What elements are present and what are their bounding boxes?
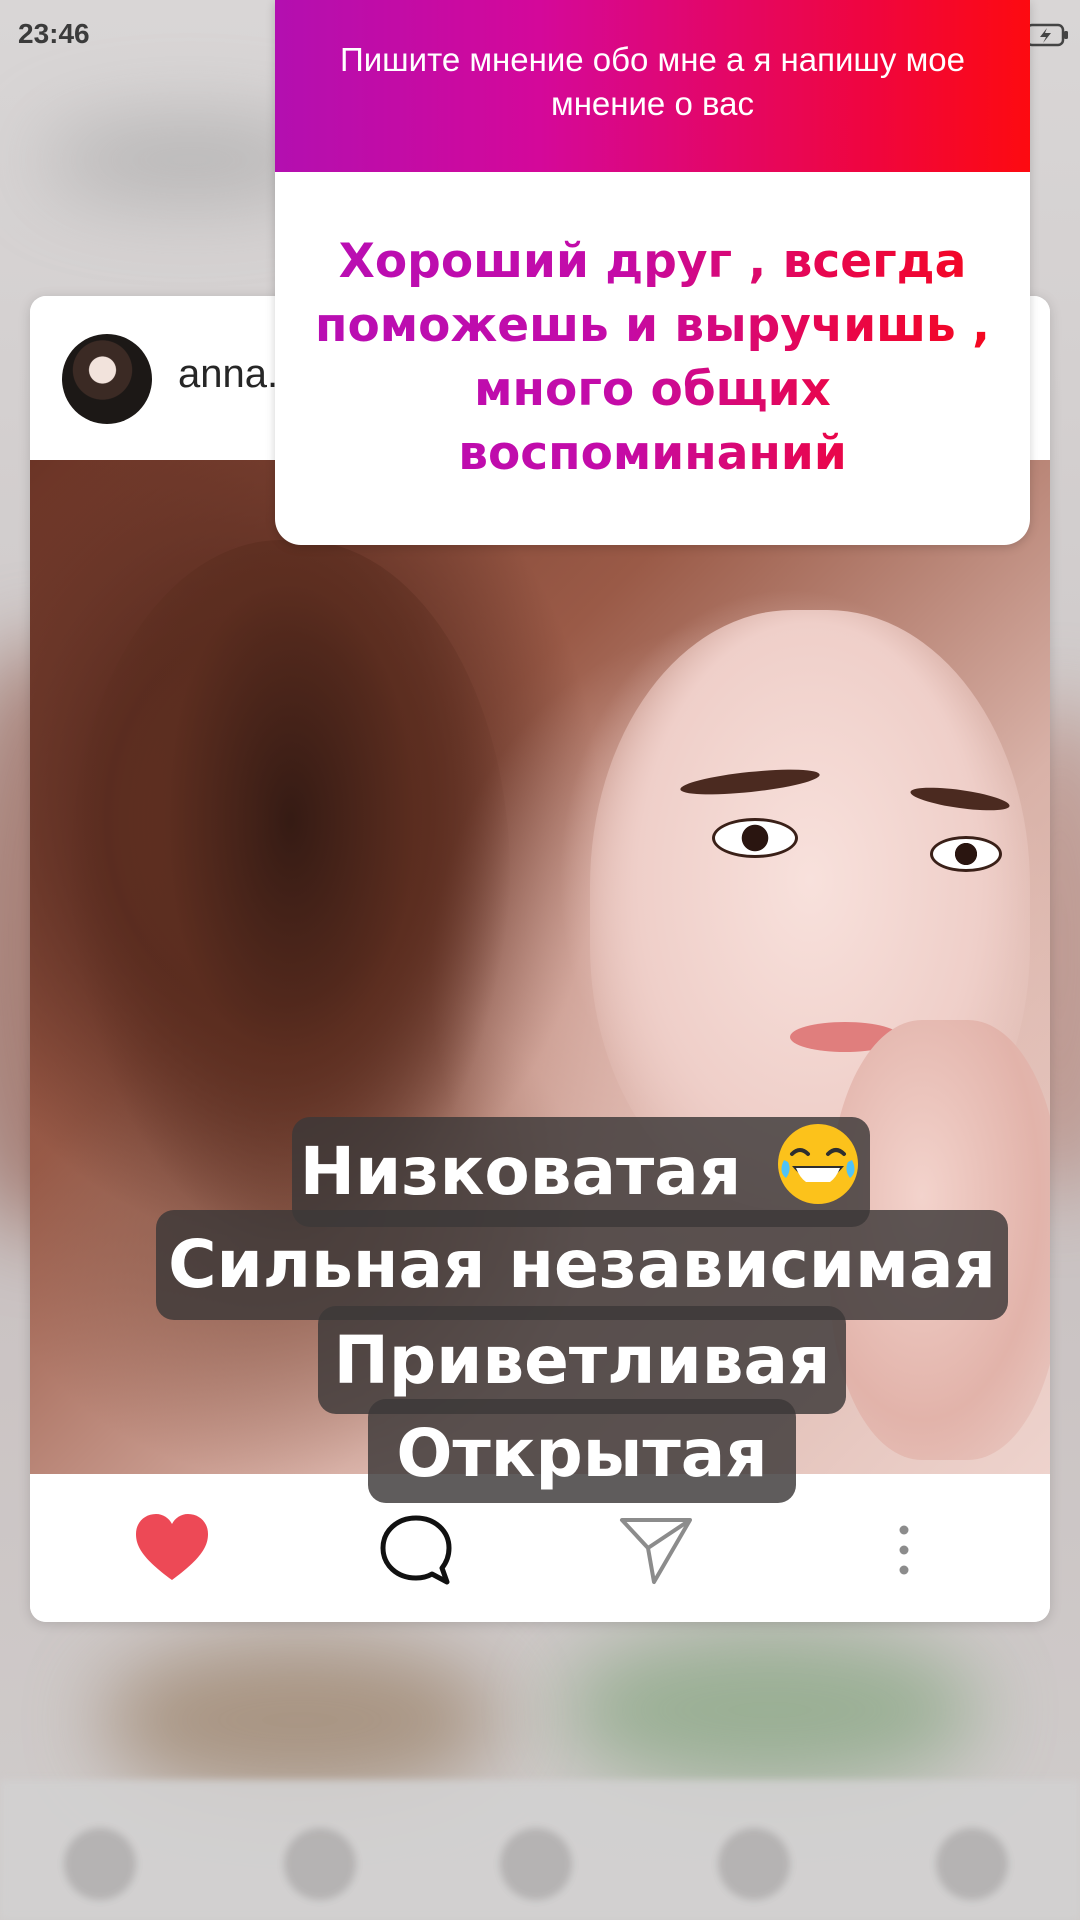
caption-text-1: Низковатая — [299, 1133, 742, 1210]
status-time: 23:46 — [18, 18, 90, 49]
story-screen: 23:46 anna. Пишите мнение обо мне а я на… — [0, 0, 1080, 1920]
question-header: Пишите мнение обо мне а я напишу мое мне… — [275, 0, 1030, 172]
blurred-background — [100, 1640, 500, 1800]
nav-activity-icon — [718, 1828, 790, 1900]
caption-line-2[interactable]: Сильная независимая — [156, 1210, 1008, 1320]
photo-eye — [712, 818, 798, 858]
nav-add-icon — [500, 1828, 572, 1900]
nav-profile-icon — [936, 1828, 1008, 1900]
answer-text: Хороший друг , всегда поможешь и выручиш… — [305, 230, 1000, 486]
nav-home-icon — [64, 1828, 136, 1900]
bottom-navigation-blurred — [0, 1780, 1080, 1920]
heart-icon[interactable] — [132, 1510, 212, 1590]
photo-eye — [930, 836, 1002, 872]
avatar[interactable] — [62, 334, 152, 424]
question-text: Пишите мнение обо мне а я напишу мое мне… — [340, 41, 965, 122]
caption-line-3[interactable]: Приветливая — [318, 1306, 846, 1414]
comment-icon[interactable] — [376, 1510, 456, 1590]
username[interactable]: anna. — [178, 352, 278, 397]
story-question-sticker[interactable]: Пишите мнение обо мне а я напишу мое мне… — [275, 0, 1030, 545]
more-vertical-icon[interactable] — [864, 1510, 944, 1590]
battery-charging-icon — [1026, 23, 1068, 47]
blurred-background — [560, 1630, 980, 1790]
nav-search-icon — [284, 1828, 356, 1900]
send-icon[interactable] — [616, 1510, 696, 1590]
caption-line-4[interactable]: Открытая — [368, 1399, 796, 1503]
laughing-face-emoji-icon — [778, 1124, 859, 1204]
